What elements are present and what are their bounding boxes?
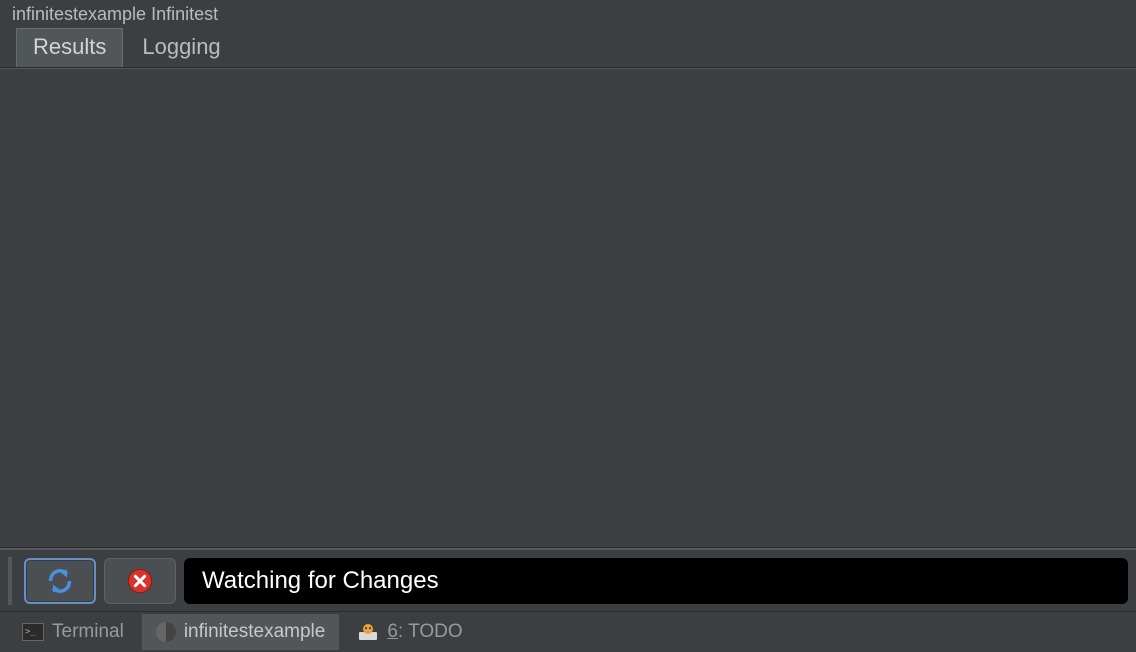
terminal-icon bbox=[22, 623, 44, 641]
divider bbox=[8, 557, 12, 605]
panel-title: infinitestexample Infinitest bbox=[0, 0, 1136, 28]
tab-logging[interactable]: Logging bbox=[125, 28, 237, 67]
tool-window-tabs: Terminal infinitestexample 6: TODO bbox=[0, 612, 1136, 652]
tool-tab-infinitest[interactable]: infinitestexample bbox=[142, 614, 340, 650]
stop-button[interactable] bbox=[104, 558, 176, 604]
tab-label: Results bbox=[33, 34, 106, 59]
results-content bbox=[0, 68, 1136, 548]
status-text-label: Watching for Changes bbox=[202, 567, 439, 595]
tool-tab-label: 6: TODO bbox=[387, 621, 462, 643]
tool-tab-todo[interactable]: 6: TODO bbox=[343, 614, 476, 650]
tab-label: Logging bbox=[142, 34, 220, 59]
error-icon bbox=[126, 567, 154, 595]
todo-icon bbox=[357, 622, 379, 642]
tab-results[interactable]: Results bbox=[16, 28, 123, 67]
status-bar: Watching for Changes bbox=[0, 548, 1136, 612]
tool-tab-label: Terminal bbox=[52, 621, 124, 643]
tabs-container: Results Logging bbox=[0, 28, 1136, 68]
refresh-button[interactable] bbox=[24, 558, 96, 604]
tool-tab-label: infinitestexample bbox=[184, 621, 326, 643]
refresh-icon bbox=[46, 567, 74, 595]
yinyang-icon bbox=[156, 622, 176, 642]
tool-tab-terminal[interactable]: Terminal bbox=[8, 614, 138, 650]
title-text: infinitestexample Infinitest bbox=[12, 4, 218, 25]
status-message: Watching for Changes bbox=[184, 558, 1128, 604]
